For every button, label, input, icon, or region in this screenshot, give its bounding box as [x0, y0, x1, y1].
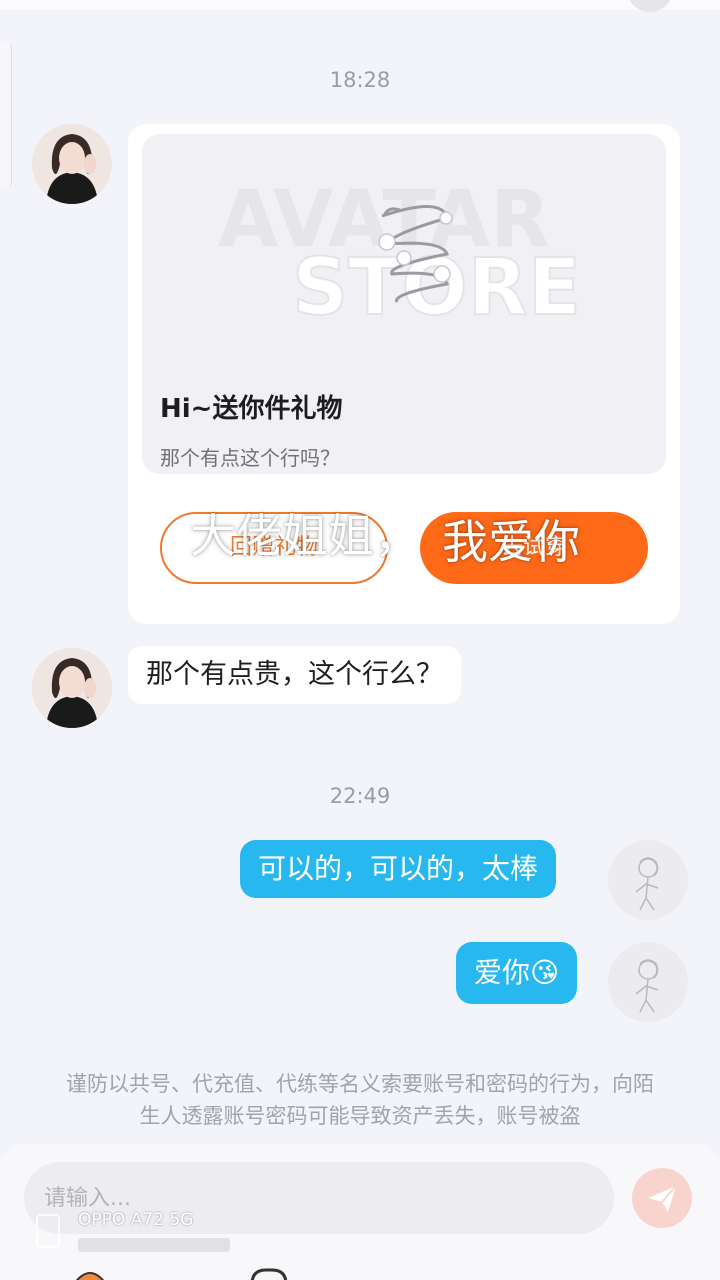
- incoming-message[interactable]: 那个有点贵，这个行么？: [128, 646, 461, 704]
- gift-title: Hi~送你件礼物: [160, 394, 343, 424]
- contact-avatar[interactable]: [32, 648, 112, 728]
- timestamp: 18:28: [329, 68, 391, 92]
- top-strip: [0, 0, 720, 10]
- camera-watermark-icon: [36, 1214, 60, 1248]
- avatar-photo-icon: [32, 648, 112, 728]
- avatar-photo-icon: [32, 124, 112, 204]
- outgoing-message[interactable]: 可以的，可以的，太棒: [240, 840, 557, 898]
- top-avatar-partial: [628, 0, 672, 12]
- my-avatar[interactable]: [608, 840, 688, 920]
- kiss-emoji-icon: 😘: [530, 956, 560, 989]
- watermark-timestamp-blur: [78, 1238, 230, 1252]
- outgoing-message-text: 爱你: [474, 956, 531, 989]
- security-notice: 谨防以共号、代充值、代练等名义索要账号和密码的行为，向陌生人透露账号密码可能导致…: [66, 1072, 654, 1128]
- outgoing-message[interactable]: 爱你😘: [456, 942, 578, 1004]
- side-drawer-handle[interactable]: [0, 42, 12, 188]
- paper-plane-icon: [648, 1185, 677, 1212]
- message-input-bar: OPPO A72 5G: [0, 1144, 720, 1280]
- timestamp: 22:49: [329, 784, 391, 808]
- overlay-caption-right: 我爱你: [442, 515, 580, 569]
- anime-avatar-icon: [608, 942, 688, 1022]
- device-watermark: OPPO A72 5G: [78, 1210, 194, 1230]
- contact-avatar[interactable]: [32, 124, 112, 204]
- my-avatar[interactable]: [608, 942, 688, 1022]
- overlay-caption-left: 大佬姐姐，: [190, 509, 420, 563]
- sticker-icon[interactable]: [68, 1266, 112, 1280]
- send-button[interactable]: [632, 1168, 692, 1228]
- anime-avatar-icon: [608, 840, 688, 920]
- gift-subtitle: 那个有点这个行吗？: [160, 446, 340, 470]
- gamepad-icon[interactable]: [246, 1266, 290, 1280]
